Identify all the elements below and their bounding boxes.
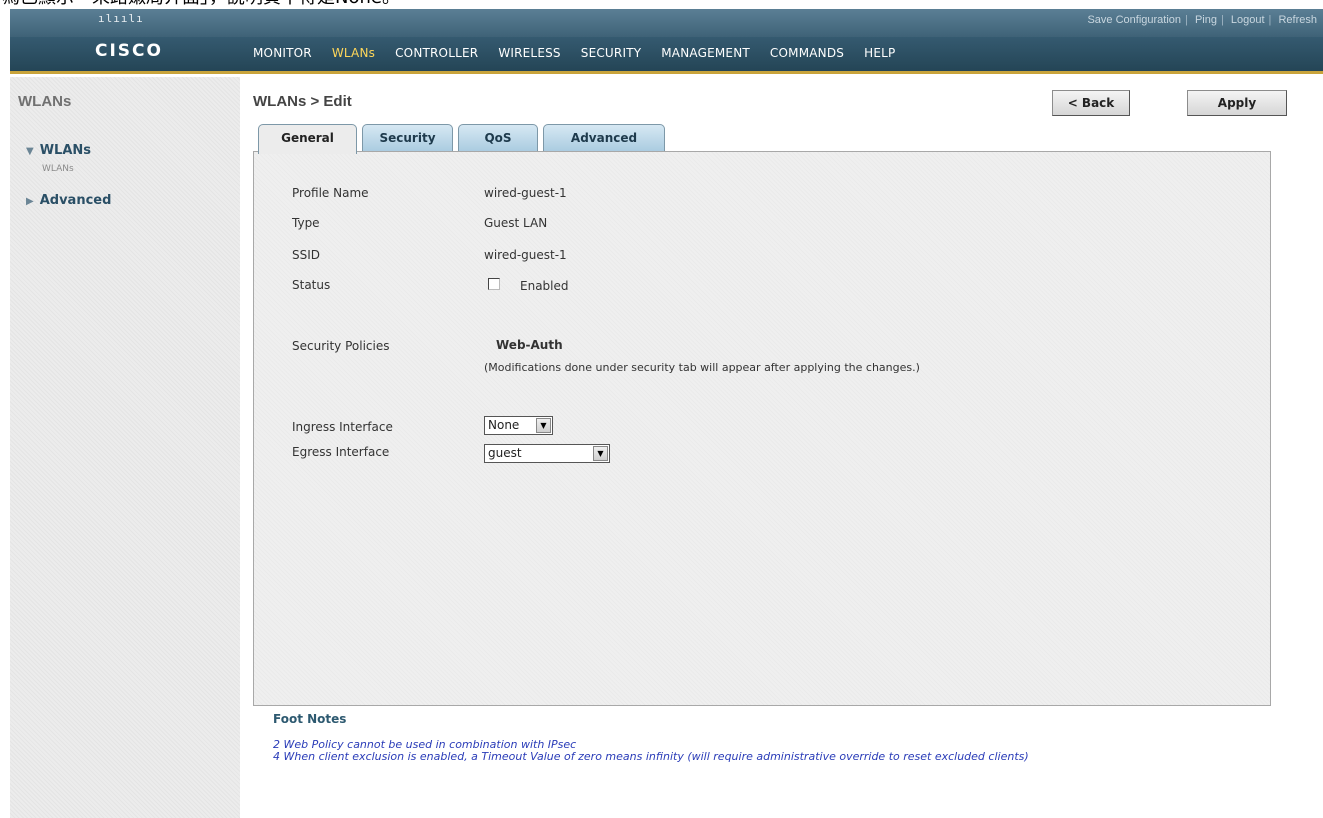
ingress-interface-label: Ingress Interface: [292, 420, 393, 434]
type-value: Guest LAN: [484, 216, 548, 230]
tab-security[interactable]: Security: [362, 124, 453, 152]
tab-qos[interactable]: QoS: [458, 124, 538, 152]
tab-advanced[interactable]: Advanced: [543, 124, 665, 152]
sidebar-item-label: WLANs: [39, 143, 92, 158]
menu-management[interactable]: MANAGEMENT: [661, 46, 750, 60]
cisco-logo-icon: ılıılı: [98, 12, 144, 25]
logout-link[interactable]: Logout: [1231, 14, 1265, 26]
main-navbar: CISCO MONITOR WLANs CONTROLLER WIRELESS …: [10, 37, 1323, 74]
status-enabled-checkbox[interactable]: [488, 278, 500, 290]
profile-name-label: Profile Name: [292, 186, 369, 200]
egress-interface-value: guest: [488, 446, 522, 460]
profile-name-value: wired-guest-1: [484, 186, 567, 200]
apply-button[interactable]: Apply: [1187, 90, 1287, 116]
security-policies-value: Web-Auth: [496, 338, 563, 352]
refresh-link[interactable]: Refresh: [1278, 14, 1317, 26]
tab-general[interactable]: General: [258, 124, 357, 154]
menu-wlans[interactable]: WLANs: [332, 46, 375, 60]
sidebar-item-wlans[interactable]: ▼ WLANs: [26, 143, 91, 158]
menu-help[interactable]: HELP: [864, 46, 895, 60]
ping-link[interactable]: Ping: [1195, 14, 1217, 26]
menu-controller[interactable]: CONTROLLER: [395, 46, 478, 60]
security-policies-label: Security Policies: [292, 339, 390, 353]
status-label: Status: [292, 278, 331, 292]
main-menu: MONITOR WLANs CONTROLLER WIRELESS SECURI…: [253, 46, 915, 60]
utility-separator: |: [1220, 14, 1224, 26]
sidebar-item-advanced[interactable]: ▶ Advanced: [26, 193, 111, 208]
sidebar: WLANs ▼ WLANs WLANs ▶ Advanced: [10, 77, 240, 818]
top-utility-bar: ılıılı Save Configuration | Ping | Logout |…: [10, 9, 1323, 37]
egress-interface-select[interactable]: guest ▼: [484, 444, 610, 463]
sidebar-title: WLANs: [18, 93, 72, 110]
utility-links: Save Configuration | Ping | Logout | Refres…: [1087, 14, 1317, 26]
ssid-label: SSID: [292, 248, 321, 262]
triangle-right-icon: ▶: [26, 196, 34, 207]
sidebar-item-label: Advanced: [39, 193, 112, 208]
menu-wireless[interactable]: WIRELESS: [498, 46, 560, 60]
status-enabled-label: Enabled: [520, 279, 569, 293]
type-label: Type: [292, 216, 320, 230]
menu-commands[interactable]: COMMANDS: [770, 46, 844, 60]
menu-security[interactable]: SECURITY: [581, 46, 642, 60]
dropdown-arrow-icon: ▼: [593, 446, 608, 461]
ingress-interface-value: None: [488, 418, 520, 432]
general-tab-panel: Profile Name wired-guest-1 Type Guest LA…: [253, 151, 1271, 706]
ingress-interface-select[interactable]: None ▼: [484, 416, 553, 435]
security-note: (Modifications done under security tab w…: [484, 361, 920, 374]
menu-monitor[interactable]: MONITOR: [253, 46, 312, 60]
dropdown-arrow-icon: ▼: [536, 418, 551, 433]
triangle-down-icon: ▼: [26, 146, 34, 157]
footnote-item: 4 When client exclusion is enabled, a Ti…: [273, 750, 1029, 763]
back-button[interactable]: < Back: [1052, 90, 1130, 116]
cisco-logo-text: CISCO: [95, 41, 163, 61]
page-title: WLANs > Edit: [253, 93, 352, 110]
save-configuration-link[interactable]: Save Configuration: [1087, 14, 1181, 26]
footnotes-title: Foot Notes: [273, 712, 347, 726]
utility-separator: |: [1268, 14, 1272, 26]
ssid-value: wired-guest-1: [484, 248, 567, 262]
footnotes: Foot Notes 2 Web Policy cannot be used i…: [273, 712, 1029, 763]
page-caption: 為已顯示「來路嫩局介面」，說明頁不得是None。: [0, 0, 1323, 9]
egress-interface-label: Egress Interface: [292, 445, 390, 459]
utility-separator: |: [1185, 14, 1188, 26]
sidebar-subitem-wlans[interactable]: WLANs: [42, 164, 74, 174]
